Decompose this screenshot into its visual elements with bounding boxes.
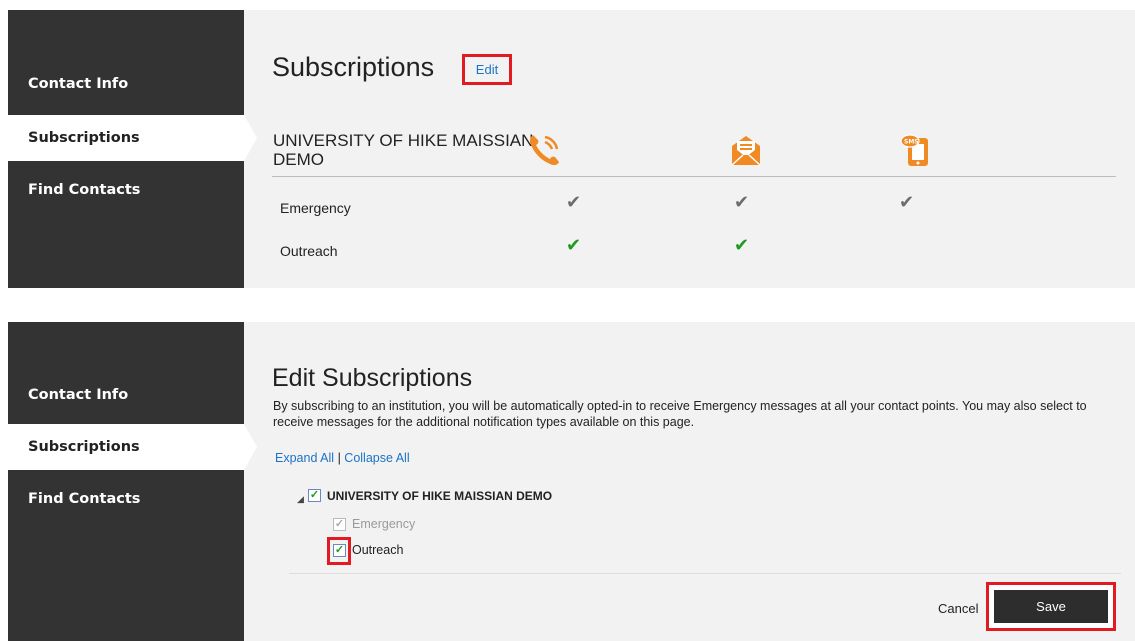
sidebar-item-label: Subscriptions <box>28 439 140 455</box>
check-icon: ✔ <box>566 235 582 255</box>
svg-text:SMS: SMS <box>904 139 919 146</box>
institution-name: UNIVERSITY OF HIKE MAISSIAN DEMO <box>273 131 534 169</box>
sidebar-item-label: Find Contacts <box>28 491 141 507</box>
sms-icon: SMS <box>900 134 928 166</box>
check-icon: ✔ <box>734 235 750 255</box>
sidebar-item-label: Subscriptions <box>28 130 140 146</box>
sidebar-item-find-contacts[interactable]: Find Contacts <box>8 476 244 522</box>
row-label-emergency: Emergency <box>280 200 351 216</box>
check-icon: ✔ <box>734 192 750 212</box>
check-icon: ✔ <box>566 192 582 212</box>
sidebar-item-label: Find Contacts <box>28 182 141 198</box>
sidebar-item-label: Contact Info <box>28 387 129 403</box>
edit-subscriptions-content: Edit Subscriptions By subscribing to an … <box>244 322 1135 641</box>
sidebar: Contact Info Subscriptions Find Contacts <box>8 322 257 641</box>
sidebar-item-subscriptions[interactable]: Subscriptions <box>8 424 257 470</box>
tree-outreach-label: Outreach <box>352 543 404 557</box>
subscriptions-view-panel: Contact Info Subscriptions Find Contacts… <box>8 10 1135 288</box>
email-icon <box>731 136 761 166</box>
header-divider <box>272 176 1116 177</box>
outreach-checkbox[interactable]: ✓ <box>333 544 346 557</box>
subscriptions-content: Subscriptions Edit UNIVERSITY OF HIKE MA… <box>244 10 1135 288</box>
save-button-highlight: Save <box>986 582 1116 631</box>
form-divider <box>289 573 1121 574</box>
edit-link[interactable]: Edit <box>462 54 512 85</box>
institution-checkbox[interactable]: ✓ <box>308 489 321 502</box>
sidebar: Contact Info Subscriptions Find Contacts <box>8 10 257 288</box>
tree-emergency-label: Emergency <box>352 517 416 531</box>
sidebar-item-subscriptions[interactable]: Subscriptions <box>8 115 257 161</box>
emergency-checkbox: ✓ <box>333 518 346 531</box>
edit-subscriptions-panel: Contact Info Subscriptions Find Contacts… <box>8 322 1135 641</box>
tree-collapse-icon[interactable]: ◢ <box>297 494 304 505</box>
tree-institution-label: UNIVERSITY OF HIKE MAISSIAN DEMO <box>327 489 553 503</box>
phone-icon <box>529 135 559 166</box>
expand-collapse-links: Expand All | Collapse All <box>275 451 410 465</box>
row-label-outreach: Outreach <box>280 243 338 259</box>
sidebar-item-label: Contact Info <box>28 76 129 92</box>
page-title: Subscriptions <box>272 52 435 82</box>
check-icon: ✔ <box>899 192 915 212</box>
cancel-button[interactable]: Cancel <box>938 601 978 616</box>
collapse-all-link[interactable]: Collapse All <box>344 451 409 465</box>
sidebar-item-find-contacts[interactable]: Find Contacts <box>8 167 244 213</box>
description-text: By subscribing to an institution, you wi… <box>273 399 1087 429</box>
save-button[interactable]: Save <box>994 590 1108 623</box>
expand-all-link[interactable]: Expand All <box>275 451 334 465</box>
link-separator: | <box>337 451 341 465</box>
sidebar-item-contact-info[interactable]: Contact Info <box>8 61 244 107</box>
sidebar-item-contact-info[interactable]: Contact Info <box>8 372 244 418</box>
page-title: Edit Subscriptions <box>272 364 473 392</box>
